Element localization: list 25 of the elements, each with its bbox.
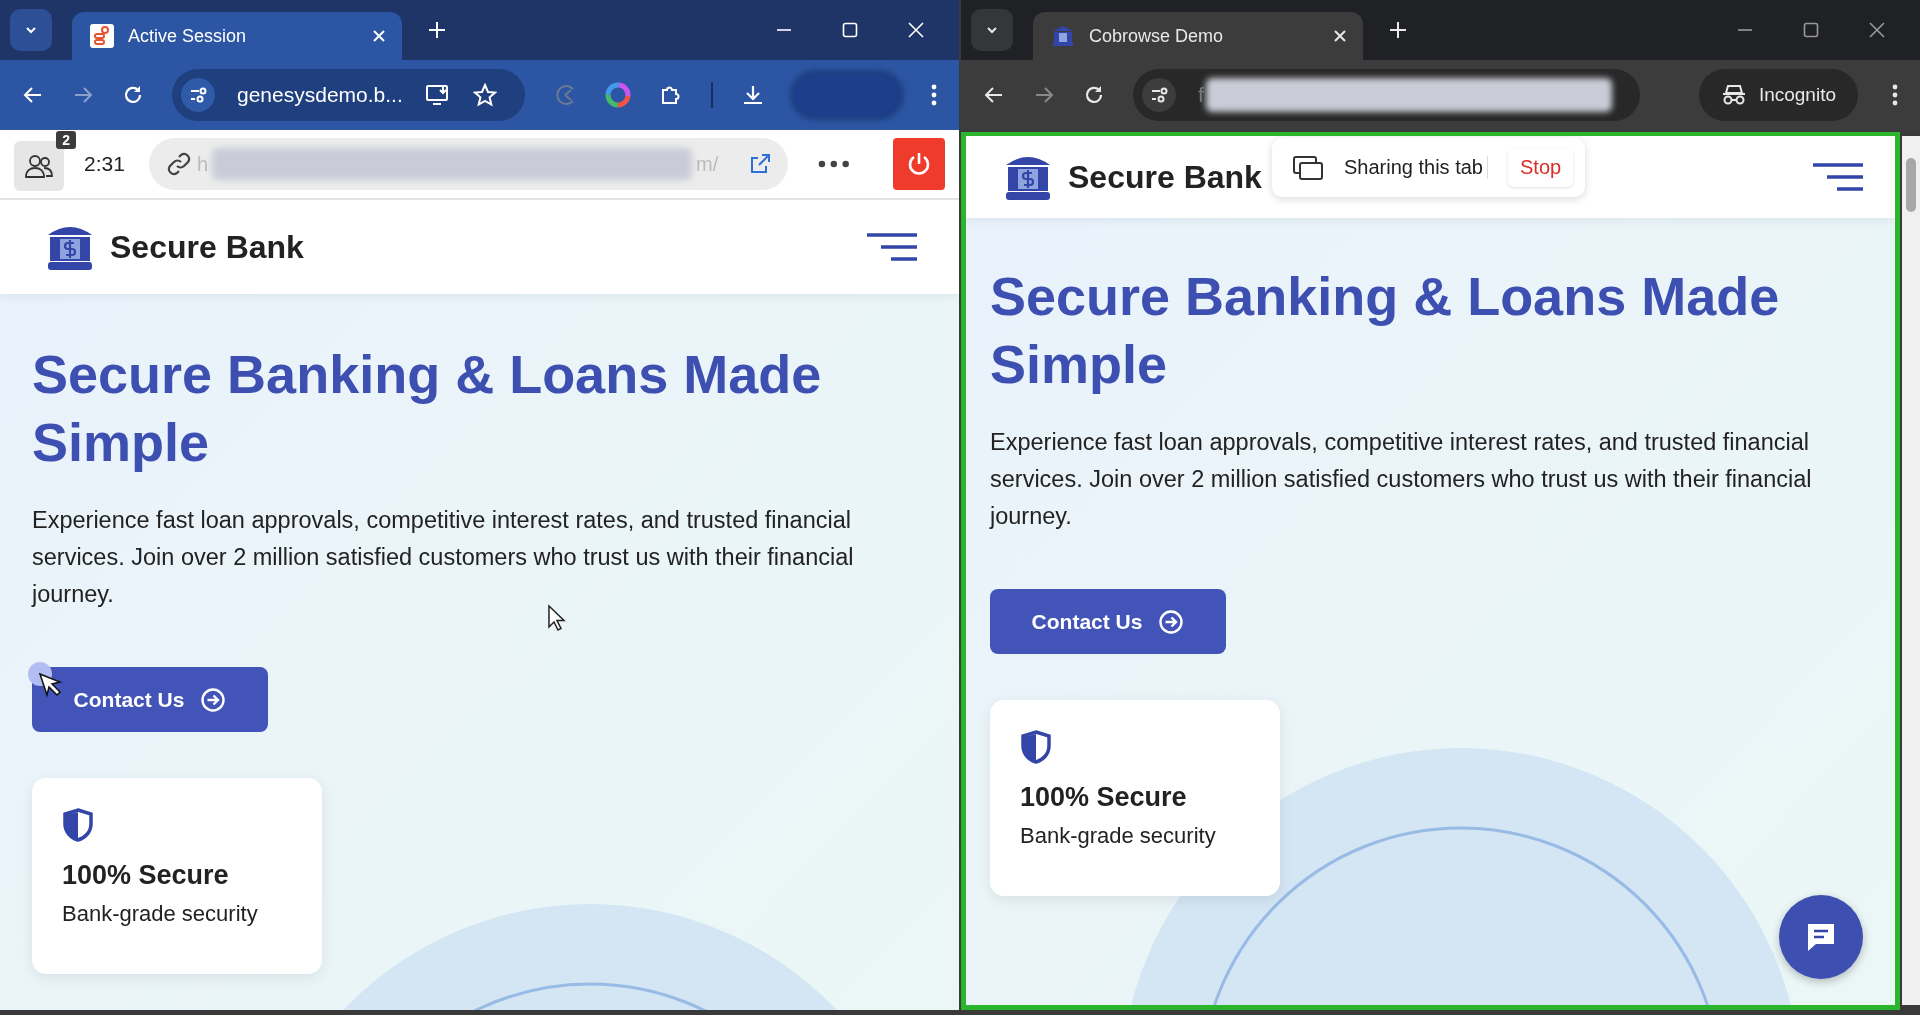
hero-heading: Secure Banking & Loans Made Simple [990,265,1781,396]
address-text: f [1198,83,1204,107]
incognito-chip[interactable]: Incognito [1698,69,1858,121]
hero-heading: Secure Banking & Loans Made Simple [32,343,823,474]
feature-text: Bank-grade security [1020,823,1216,849]
browser-tab[interactable]: Cobrowse Demo [1033,12,1363,60]
contact-button[interactable]: Contact Us [990,589,1226,654]
tab-title: Active Session [128,25,248,47]
incognito-label: Incognito [1758,84,1836,106]
brand-name[interactable]: Secure Bank [110,228,304,266]
tab-title: Cobrowse Demo [1089,25,1225,47]
hero-paragraph: Experience fast loan approvals, competitive interest rates, and trusted financial services. Join over 2 million satisfied customers who trust us with their financial journey. [32,506,855,609]
browser-tab[interactable]: Active Session [72,12,402,60]
feature-title: 100% Secure [62,860,229,891]
sharing-message: Sharing this tab [1344,156,1488,179]
participant-count: 2 [56,131,76,149]
session-timer: 2:31 [84,152,125,176]
brand-name[interactable]: Secure Bank [1068,158,1262,196]
address-text: genesysdemo.b... [237,83,403,107]
contact-button[interactable]: Contact Us [32,667,268,732]
hero-paragraph: Experience fast loan approvals, competitive interest rates, and trusted financial services. Join over 2 million satisfied customers who trust us with their financial journey. [990,428,1813,531]
feature-title: 100% Secure [1020,782,1187,813]
address-bar[interactable]: genesysdemo.b... [172,69,525,121]
stop-button[interactable]: Stop [1508,148,1574,187]
feature-text: Bank-grade security [62,901,258,927]
